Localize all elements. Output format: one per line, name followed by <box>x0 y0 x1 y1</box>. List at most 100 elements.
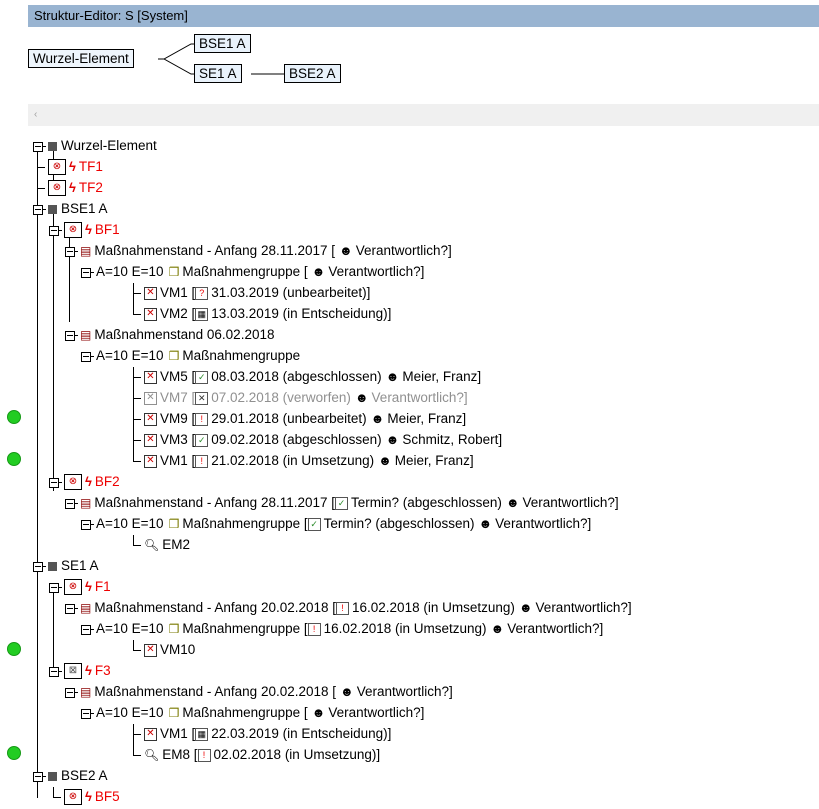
tree-row-massnahmengruppe[interactable]: A=10 E=10 ❒ Maßnahmengruppe [ ! 16.02.20… <box>80 619 603 640</box>
calendar-icon: ▦ <box>195 727 209 741</box>
collapse-toggle-icon[interactable] <box>80 619 94 640</box>
element-icon <box>48 141 57 151</box>
node-label: VM2 [ <box>160 306 196 321</box>
tree-branch <box>128 723 141 745</box>
responsible-label: Verantwortlich?] <box>495 516 592 531</box>
folder-icon: ❒ <box>168 622 180 637</box>
collapse-toggle-icon[interactable] <box>48 661 62 682</box>
structure-tree[interactable]: Wurzel-Element ⊗ ϟ TF1 ⊗ ϟ TF2 BSE1 A ⊗ … <box>0 136 819 809</box>
tree-branch <box>128 387 141 409</box>
tree-row-em8[interactable]: 🔍︎ EM8 [ ! 02.02.2018 (in Umsetzung)] <box>128 744 380 766</box>
date-label: 21.02.2018 (in Umsetzung) <box>211 453 375 468</box>
element-icon <box>48 771 57 781</box>
tree-row-f1[interactable]: ⊗ ϟ F1 <box>48 577 111 598</box>
element-icon <box>48 204 57 214</box>
element-icon <box>48 561 57 571</box>
tree-row-vm9[interactable]: ✕ VM9 [ ! 29.01.2018 (unbearbeitet) ☻ Me… <box>128 408 466 430</box>
node-label: BF5 <box>94 789 120 804</box>
node-label: Maßnahmenstand - Anfang 28.11.2017 [ <box>94 243 336 258</box>
tree-row-massnahmengruppe[interactable]: A=10 E=10 ❒ Maßnahmengruppe <box>80 346 300 367</box>
responsible-label: Verantwortlich?] <box>355 243 452 258</box>
tree-row-vm7[interactable]: ✕ VM7 [ ✕ 07.02.2018 (verworfen) ☻ Veran… <box>128 387 468 409</box>
node-label: VM1 [ <box>160 726 196 741</box>
folder-icon: ❒ <box>168 706 180 721</box>
collapse-toggle-icon[interactable] <box>48 220 62 241</box>
node-label: VM5 [ <box>160 369 196 384</box>
node-label: TF1 <box>78 159 103 174</box>
collapse-toggle-icon[interactable] <box>80 514 94 535</box>
collapse-toggle-icon[interactable] <box>32 136 46 157</box>
tree-row-massnahmenstand[interactable]: ▤ Maßnahmenstand - Anfang 20.02.2018 [ !… <box>64 598 632 619</box>
tree-row-vm10[interactable]: ✕ VM10 <box>128 639 196 661</box>
collapse-toggle-icon[interactable] <box>48 577 62 598</box>
responsible-label: Meier, Franz] <box>394 453 474 468</box>
function-icon: ⊗ <box>64 579 82 596</box>
collapse-toggle-icon[interactable] <box>32 199 46 220</box>
tree-branch <box>128 366 141 388</box>
tree-row-vm1[interactable]: ✕ VM1 [ ! 21.02.2018 (in Umsetzung) ☻ Me… <box>128 450 474 472</box>
structure-node-label: BSE2 A <box>289 66 336 81</box>
person-icon: ☻ <box>340 684 354 699</box>
structure-node-bse2[interactable]: BSE2 A <box>284 64 341 83</box>
collapse-toggle-icon[interactable] <box>64 241 78 262</box>
node-label: VM10 <box>160 642 196 657</box>
person-icon: ☻ <box>518 600 533 615</box>
structure-node-se1[interactable]: SE1 A <box>194 64 242 83</box>
collapse-toggle-icon[interactable] <box>64 598 78 619</box>
responsible-label: Verantwortlich?] <box>328 705 425 720</box>
tree-row-bse1[interactable]: BSE1 A <box>32 199 108 220</box>
collapse-toggle-icon[interactable] <box>64 325 78 346</box>
collapse-toggle-icon[interactable] <box>64 493 78 514</box>
node-label: VM1 [ <box>160 285 196 300</box>
calendar-icon: ! <box>197 748 211 762</box>
tree-row-wurzel[interactable]: Wurzel-Element <box>32 136 157 157</box>
tree-row-tf1[interactable]: ⊗ ϟ TF1 <box>32 156 103 178</box>
collapse-toggle-icon[interactable] <box>32 766 46 787</box>
structure-node-label: Wurzel-Element <box>33 51 129 66</box>
tree-row-bf2[interactable]: ⊗ ϟ BF2 <box>48 472 120 493</box>
tree-row-massnahmenstand[interactable]: ▤ Maßnahmenstand - Anfang 28.11.2017 [ ✓… <box>64 493 619 514</box>
person-icon: ☻ <box>311 264 326 279</box>
tree-row-massnahmengruppe[interactable]: A=10 E=10 ❒ Maßnahmengruppe [ ☻ Verantwo… <box>80 262 424 283</box>
collapse-toggle-icon[interactable] <box>32 556 46 577</box>
tree-row-vm1[interactable]: ✕ VM1 [ ? 31.03.2019 (unbearbeitet)] <box>128 282 370 304</box>
collapse-toggle-icon[interactable] <box>64 682 78 703</box>
tree-row-tf2[interactable]: ⊗ ϟ TF2 <box>32 177 103 199</box>
x-box-icon: ✕ <box>144 412 157 426</box>
collapse-toggle-icon[interactable] <box>80 262 94 283</box>
tree-row-se1[interactable]: SE1 A <box>32 556 99 577</box>
ae-label: A=10 E=10 <box>96 264 164 279</box>
function-icon: ⊗ <box>48 159 66 176</box>
tree-row-vm5[interactable]: ✕ VM5 [ ✓ 08.03.2018 (abgeschlossen) ☻ M… <box>128 366 481 388</box>
node-label: TF2 <box>78 180 103 195</box>
tree-row-bf5[interactable]: ⊗ ϟ BF5 <box>48 786 120 808</box>
tree-row-massnahmengruppe[interactable]: A=10 E=10 ❒ Maßnahmengruppe [ ✓ Termin? … <box>80 514 591 535</box>
tree-row-vm2[interactable]: ✕ VM2 [ ▦ 13.03.2019 (in Entscheidung)] <box>128 303 391 325</box>
collapse-toggle-icon[interactable] <box>48 472 62 493</box>
tree-row-massnahmenstand[interactable]: ▤ Maßnahmenstand - Anfang 20.02.2018 [ ☻… <box>64 682 453 703</box>
tree-row-vm1[interactable]: ✕ VM1 [ ▦ 22.03.2019 (in Entscheidung)] <box>128 723 391 745</box>
tree-row-massnahmenstand[interactable]: ▤ Maßnahmenstand - Anfang 28.11.2017 [ ☻… <box>64 241 452 262</box>
tree-row-bf1[interactable]: ⊗ ϟ BF1 <box>48 220 120 241</box>
node-label: BF1 <box>94 222 120 237</box>
structure-node-bse1[interactable]: BSE1 A <box>194 34 251 53</box>
node-label: EM8 [ <box>162 747 198 762</box>
structure-node-root[interactable]: Wurzel-Element <box>28 49 134 68</box>
date-label: 09.02.2018 (abgeschlossen) <box>211 432 382 447</box>
tree-row-massnahmenstand[interactable]: ▤ Maßnahmenstand 06.02.2018 <box>64 325 274 346</box>
tree-row-vm3[interactable]: ✕ VM3 [ ✓ 09.02.2018 (abgeschlossen) ☻ S… <box>128 429 502 451</box>
node-label: BSE2 A <box>61 768 108 783</box>
tree-row-massnahmengruppe[interactable]: A=10 E=10 ❒ Maßnahmengruppe [ ☻ Verantwo… <box>80 703 424 724</box>
tree-row-f3[interactable]: ⊠ ϟ F3 <box>48 661 111 682</box>
node-label: Maßnahmenstand - Anfang 20.02.2018 [ <box>94 684 337 699</box>
scroll-left-arrow-icon[interactable]: ‹ <box>34 104 37 126</box>
tree-row-em2[interactable]: 🔍︎ EM2 <box>128 534 190 556</box>
date-label: Termin? (abgeschlossen) <box>323 516 475 531</box>
responsible-label: Verantwortlich?] <box>507 621 604 636</box>
horizontal-scrollbar[interactable]: ‹ <box>28 104 819 126</box>
tree-row-bse2[interactable]: BSE2 A <box>32 766 108 787</box>
document-icon: ▤ <box>80 496 92 511</box>
tree-branch <box>128 303 141 325</box>
collapse-toggle-icon[interactable] <box>80 346 94 367</box>
collapse-toggle-icon[interactable] <box>80 703 94 724</box>
